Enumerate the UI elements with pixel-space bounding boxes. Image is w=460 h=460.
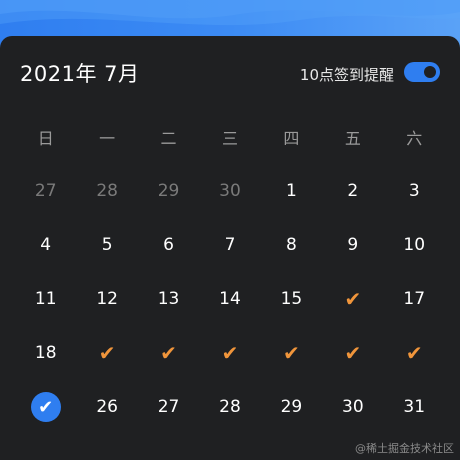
weekday-fri: 五 xyxy=(344,129,361,148)
day-cell[interactable]: 3 xyxy=(384,164,445,218)
day-cell[interactable]: 8 xyxy=(261,218,322,272)
day-cell[interactable]: 2 xyxy=(322,164,383,218)
day-cell[interactable]: 6 xyxy=(138,218,199,272)
day-cell[interactable]: ✔ xyxy=(322,272,383,326)
day-cell[interactable]: 11 xyxy=(15,272,76,326)
week-row: 4 5 6 7 8 9 10 xyxy=(15,218,445,272)
weekday-mon: 一 xyxy=(99,129,116,148)
week-row: 11 12 13 14 15 ✔ 17 xyxy=(15,272,445,326)
checkmark-icon: ✔ xyxy=(344,341,362,365)
week-row: 27 28 29 30 1 2 3 xyxy=(15,164,445,218)
day-cell[interactable]: ✔ xyxy=(322,326,383,380)
calendar-grid: 日 一 二 三 四 五 六 27 28 29 30 1 2 3 4 5 6 7 8 9 10 11 12 13 1… xyxy=(15,110,445,434)
day-cell[interactable]: ✔ xyxy=(261,326,322,380)
reminder-toggle[interactable] xyxy=(404,62,440,82)
day-cell[interactable]: 30 xyxy=(199,164,260,218)
month-title: 2021年 7月 xyxy=(20,62,140,86)
checkmark-icon: ✔ xyxy=(344,287,362,311)
reminder-label: 10点签到提醒 xyxy=(299,66,394,84)
weekday-tue: 二 xyxy=(160,129,177,148)
day-cell[interactable]: 1 xyxy=(261,164,322,218)
checkmark-icon: ✔ xyxy=(98,341,116,365)
calendar-card: 2021年 7月 10点签到提醒 日 一 二 三 四 五 六 27 28 29 30 1… xyxy=(0,36,460,460)
weekday-sun: 日 xyxy=(37,129,54,148)
day-cell[interactable]: 27 xyxy=(15,164,76,218)
checkmark-icon: ✔ xyxy=(38,396,54,418)
header-wave xyxy=(0,0,460,26)
weekday-header-row: 日 一 二 三 四 五 六 xyxy=(15,110,445,164)
day-cell[interactable]: 15 xyxy=(261,272,322,326)
day-cell[interactable]: ✔ xyxy=(15,380,76,434)
day-cell[interactable]: 18 xyxy=(15,326,76,380)
day-cell[interactable]: 26 xyxy=(76,380,137,434)
day-cell[interactable]: ✔ xyxy=(138,326,199,380)
today-check-badge: ✔ xyxy=(30,392,61,422)
week-row: 18 ✔ ✔ ✔ ✔ ✔ ✔ xyxy=(15,326,445,380)
calendar-weeks: 27 28 29 30 1 2 3 4 5 6 7 8 9 10 11 12 13 14 15 ✔ 17 18 ✔ ✔ ✔ ✔ ✔ ✔… xyxy=(15,164,445,434)
checkmark-icon: ✔ xyxy=(221,341,239,365)
week-row: ✔ 26 27 28 29 30 31 xyxy=(15,380,445,434)
day-cell[interactable]: 28 xyxy=(199,380,260,434)
weekday-sat: 六 xyxy=(406,129,423,148)
day-cell[interactable]: 29 xyxy=(261,380,322,434)
watermark: @稀土掘金技术社区 xyxy=(355,442,454,455)
day-cell[interactable]: 27 xyxy=(138,380,199,434)
day-cell[interactable]: 5 xyxy=(76,218,137,272)
day-cell[interactable]: 14 xyxy=(199,272,260,326)
checkmark-icon: ✔ xyxy=(283,341,300,365)
day-cell[interactable]: 10 xyxy=(384,218,445,272)
day-cell[interactable]: ✔ xyxy=(199,326,260,380)
day-cell[interactable]: ✔ xyxy=(384,326,445,380)
checkmark-icon: ✔ xyxy=(160,341,177,365)
day-cell[interactable]: 7 xyxy=(199,218,260,272)
weekday-thu: 四 xyxy=(283,129,300,148)
toggle-knob xyxy=(424,66,436,78)
day-cell[interactable]: 28 xyxy=(76,164,137,218)
day-cell[interactable]: ✔ xyxy=(76,326,137,380)
day-cell[interactable]: 4 xyxy=(15,218,76,272)
day-cell[interactable]: 30 xyxy=(322,380,383,434)
checkmark-icon: ✔ xyxy=(405,341,423,365)
day-cell[interactable]: 31 xyxy=(384,380,445,434)
day-cell[interactable]: 9 xyxy=(322,218,383,272)
weekday-wed: 三 xyxy=(221,129,238,148)
day-cell[interactable]: 13 xyxy=(138,272,199,326)
day-cell[interactable]: 17 xyxy=(384,272,445,326)
day-cell[interactable]: 29 xyxy=(138,164,199,218)
day-cell[interactable]: 12 xyxy=(76,272,137,326)
